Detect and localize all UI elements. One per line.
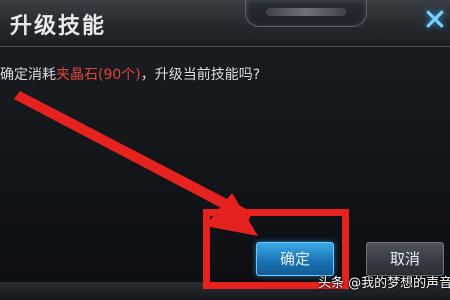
arrow-shaft [14, 91, 252, 222]
watermark: 头条 @我的梦想的声音 [318, 276, 450, 291]
